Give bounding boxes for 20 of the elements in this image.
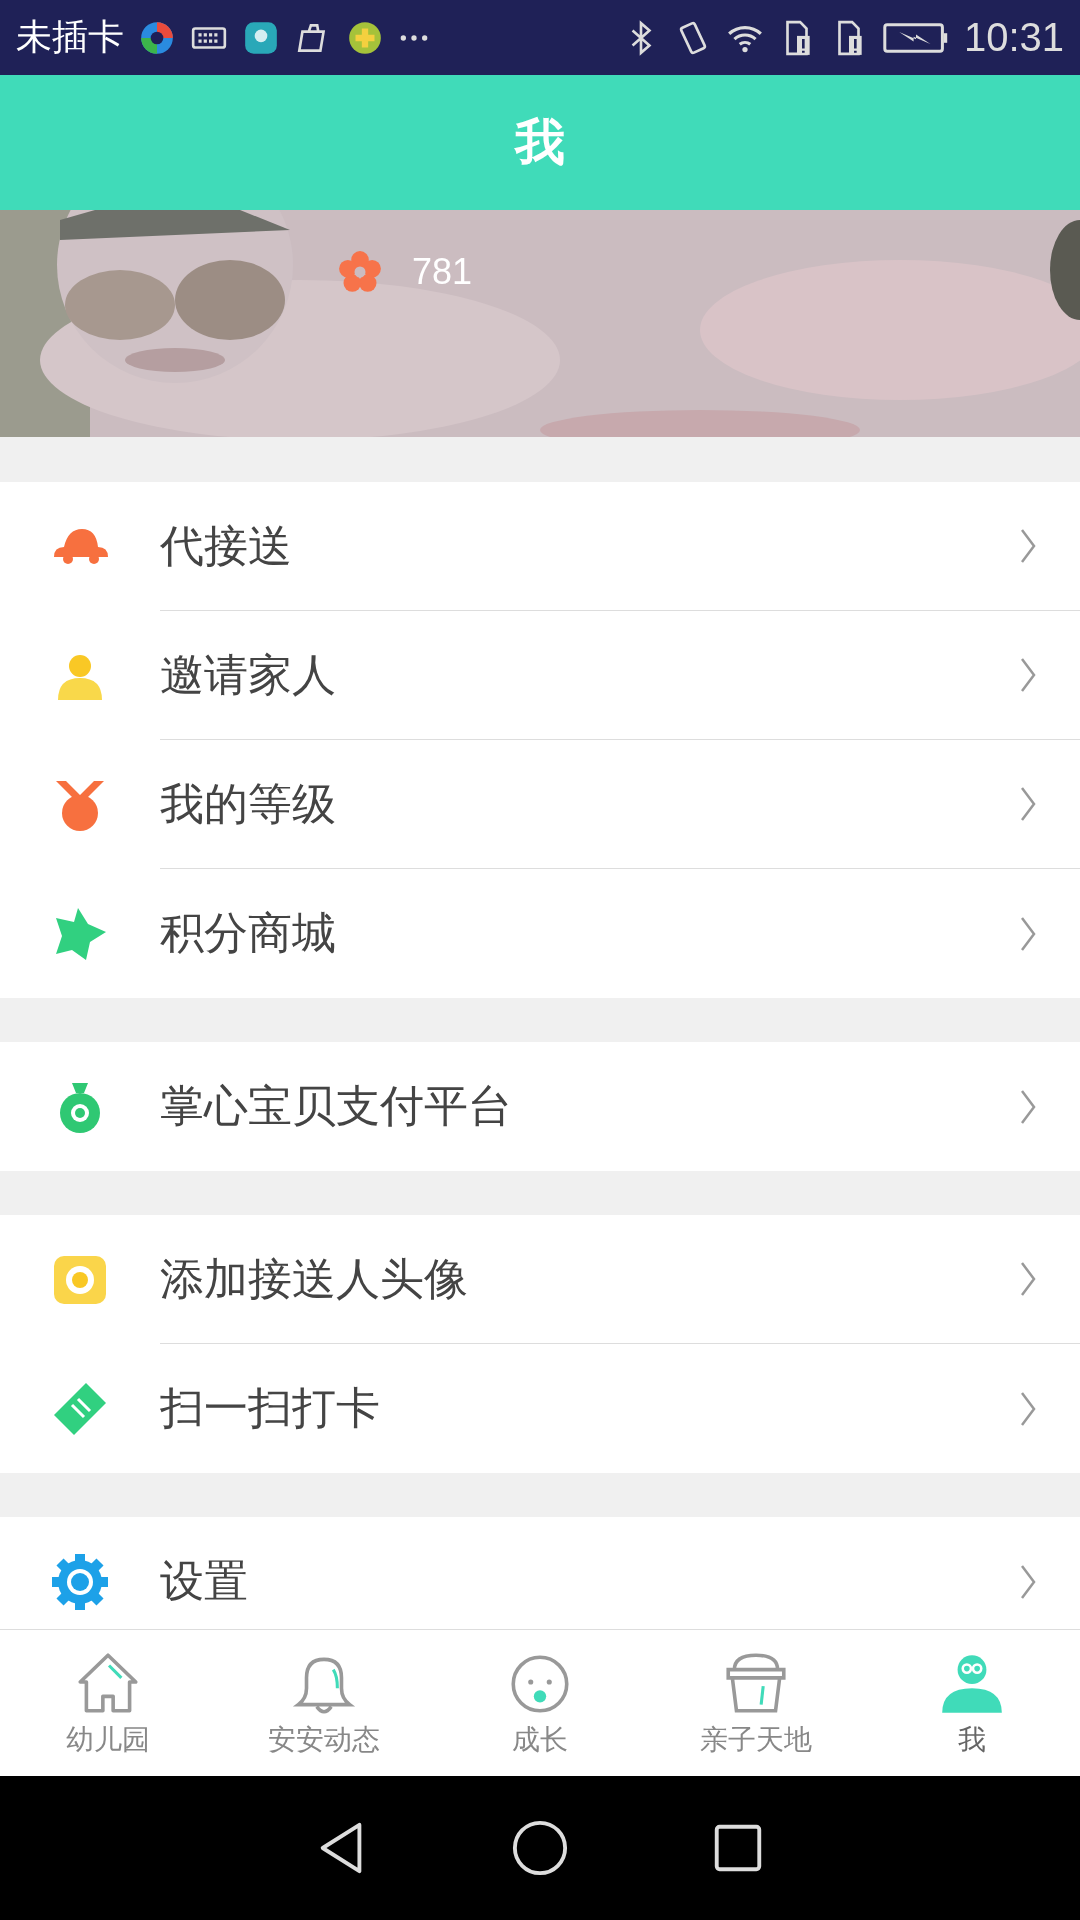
menu-item[interactable]: 设置: [0, 1517, 1080, 1629]
page-title: 我: [515, 112, 565, 173]
menu-item[interactable]: 邀请家人: [0, 611, 1080, 740]
points-value: 781: [412, 251, 473, 293]
nav-tab[interactable]: 我: [864, 1630, 1080, 1776]
menu-item[interactable]: 添加接送人头像: [0, 1215, 1080, 1344]
nav-tab[interactable]: 亲子天地: [648, 1630, 864, 1776]
menu-item[interactable]: 扫一扫打卡: [0, 1344, 1080, 1473]
nav-tab[interactable]: 幼儿园: [0, 1630, 216, 1776]
clock-text: 10:31: [963, 15, 1064, 60]
nav-tab[interactable]: 成长: [432, 1630, 648, 1776]
home-icon[interactable]: [511, 1819, 569, 1877]
menu-item[interactable]: 我的等级: [0, 740, 1080, 869]
menu-item[interactable]: 掌心宝贝支付平台: [0, 1042, 1080, 1171]
menu-item[interactable]: 代接送: [0, 482, 1080, 611]
menu-item[interactable]: 积分商城: [0, 869, 1080, 998]
settings-icon: [50, 1551, 110, 1612]
nav-tab[interactable]: 安安动态: [216, 1630, 432, 1776]
flower-icon: [338, 250, 382, 294]
carrier-text: 未插卡: [16, 15, 124, 59]
